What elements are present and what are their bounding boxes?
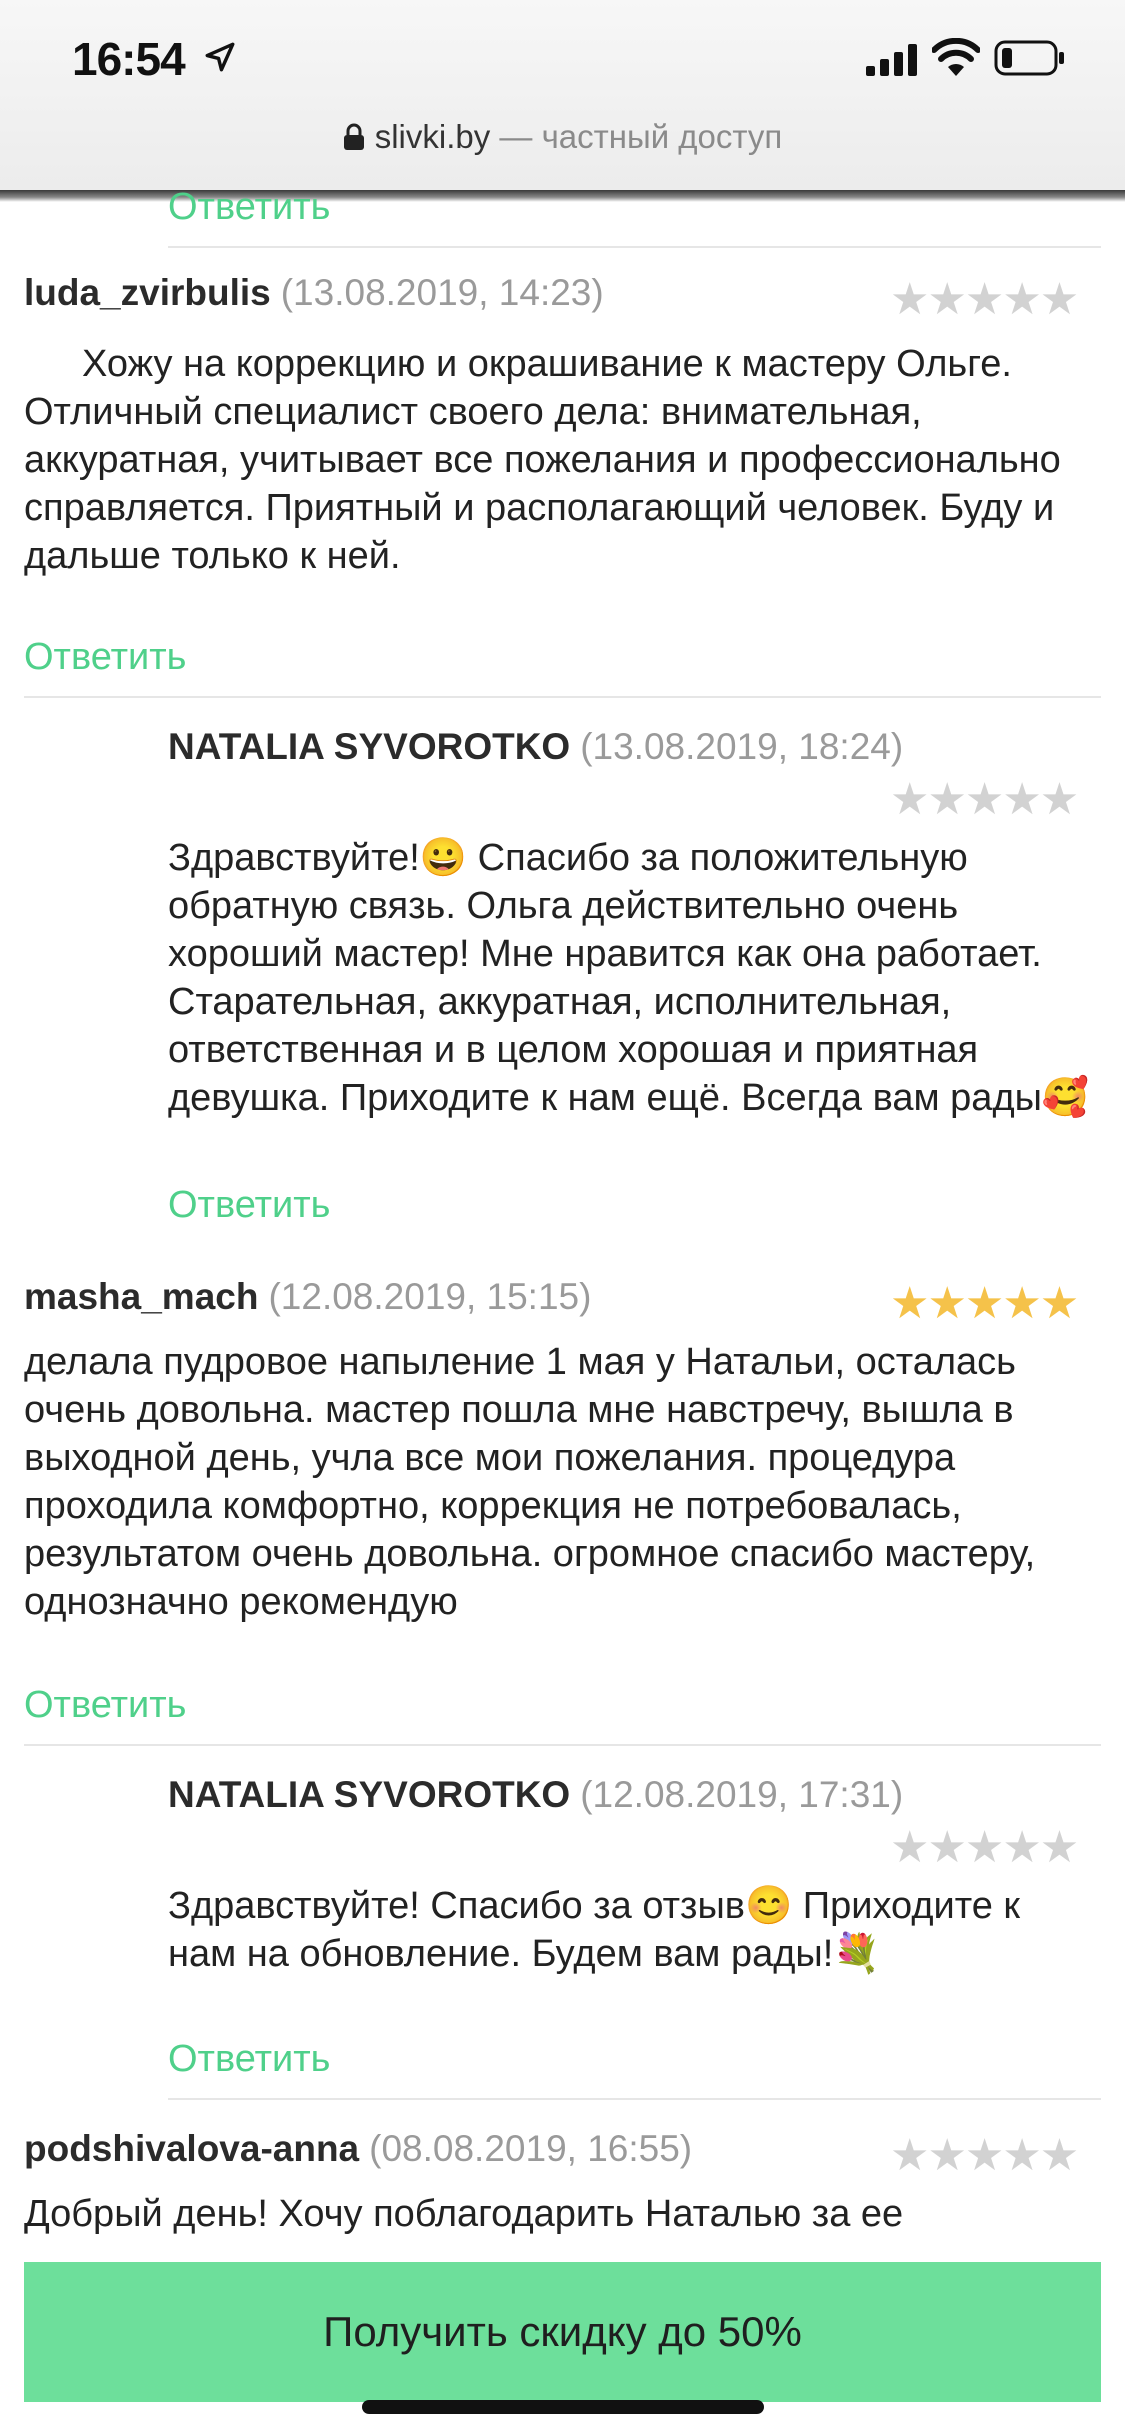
address-bar[interactable]: slivki.by — частный доступ bbox=[0, 118, 1125, 156]
review-date: (12.08.2019, 15:15) bbox=[268, 1276, 592, 1317]
review-author: luda_zvirbulis bbox=[24, 272, 271, 313]
rating-stars: ★★★★★ bbox=[890, 275, 1079, 324]
get-discount-button[interactable]: Получить скидку до 50% bbox=[24, 2262, 1101, 2402]
reply-text: Здравствуйте! Спасибо за отзыв😊 Приходит… bbox=[168, 1885, 1021, 1975]
reply-link[interactable]: Ответить bbox=[168, 2038, 330, 2081]
divider bbox=[168, 2098, 1101, 2100]
review-author: masha_mach bbox=[24, 1276, 259, 1317]
battery-icon bbox=[994, 40, 1064, 76]
cellular-signal-icon bbox=[866, 44, 917, 76]
divider bbox=[24, 1744, 1101, 1746]
lock-icon bbox=[343, 123, 364, 150]
reply-link[interactable]: Ответить bbox=[24, 636, 186, 679]
rating-stars: ★★★★★ bbox=[890, 1279, 1079, 1328]
reply-link[interactable]: Ответить bbox=[24, 1684, 186, 1727]
address-domain: slivki.by bbox=[374, 118, 491, 155]
review-date: (08.08.2019, 16:55) bbox=[369, 2128, 693, 2169]
wifi-icon bbox=[932, 38, 980, 76]
reply-date: (13.08.2019, 18:24) bbox=[580, 726, 904, 767]
reply-text: Здравствуйте!😀 Спасибо за положительную … bbox=[168, 837, 1090, 1119]
review-author: podshivalova-anna bbox=[24, 2128, 360, 2169]
reply-link[interactable]: Ответить bbox=[168, 186, 330, 229]
reply-link[interactable]: Ответить bbox=[168, 1184, 330, 1227]
review-text: Хожу на коррекцию и окрашивание к мастер… bbox=[24, 343, 1061, 577]
rating-stars: ★★★★★ bbox=[890, 1823, 1079, 1872]
divider bbox=[24, 696, 1101, 698]
rating-stars: ★★★★★ bbox=[890, 2131, 1079, 2180]
reply-date: (12.08.2019, 17:31) bbox=[580, 1774, 904, 1815]
reply-author: NATALIA SYVOROTKO bbox=[168, 1774, 571, 1815]
rating-stars: ★★★★★ bbox=[890, 775, 1079, 824]
reply-header: NATALIA SYVOROTKO (12.08.2019, 17:31) bbox=[168, 1774, 1068, 1816]
review-header: masha_mach (12.08.2019, 15:15) bbox=[24, 1276, 884, 1318]
browser-top-bar: 16:54 slivki.by — частный доступ bbox=[0, 0, 1125, 190]
divider bbox=[168, 246, 1101, 248]
review-header: luda_zvirbulis (13.08.2019, 14:23) bbox=[24, 272, 884, 314]
reply-header: NATALIA SYVOROTKO (13.08.2019, 18:24) bbox=[168, 726, 1068, 768]
address-suffix: частный доступ bbox=[541, 118, 783, 155]
review-date: (13.08.2019, 14:23) bbox=[280, 272, 604, 313]
review-header: podshivalova-anna (08.08.2019, 16:55) bbox=[24, 2128, 884, 2170]
home-indicator[interactable] bbox=[362, 2400, 764, 2414]
reply-author: NATALIA SYVOROTKO bbox=[168, 726, 571, 767]
bottom-strip bbox=[0, 2412, 1125, 2436]
status-time: 16:54 bbox=[72, 33, 186, 85]
location-arrow-icon bbox=[205, 42, 235, 72]
address-separator: — bbox=[490, 118, 542, 155]
review-text: делала пудровое напыление 1 мая у Наталь… bbox=[24, 1341, 1036, 1623]
review-text: Добрый день! Хочу поблагодарить Наталью … bbox=[24, 2193, 904, 2235]
